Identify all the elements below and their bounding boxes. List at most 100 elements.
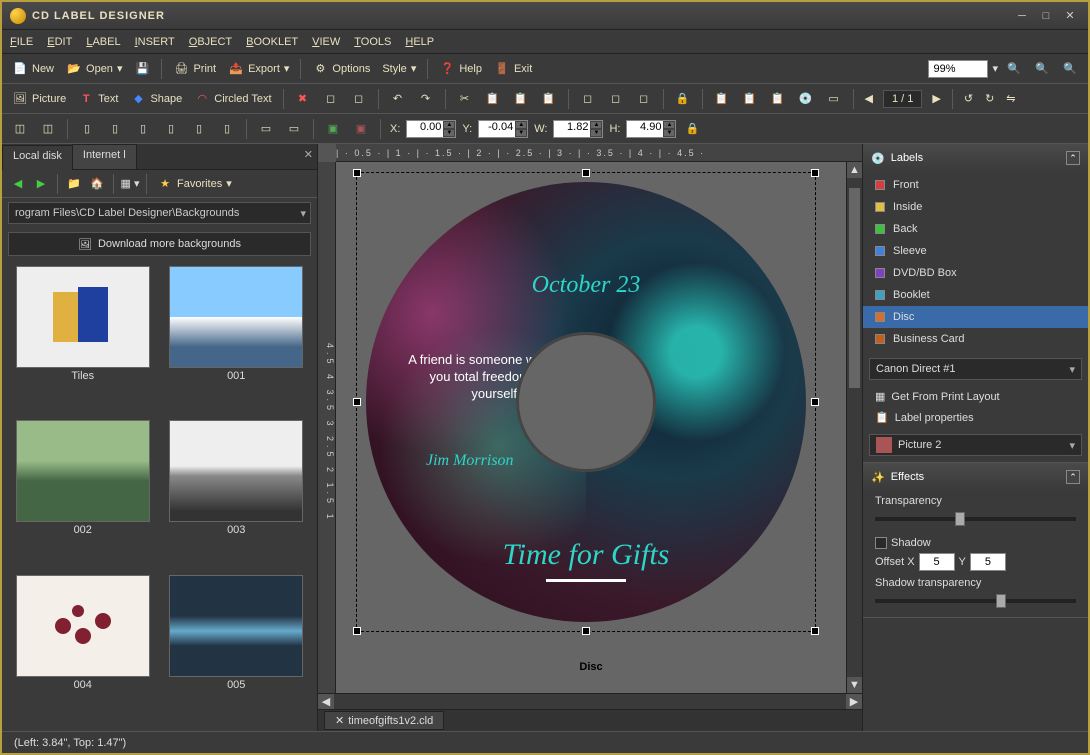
- canvas[interactable]: October 23 A friend is someone who gives…: [336, 162, 846, 693]
- collapse-icon[interactable]: ⌃: [1066, 151, 1080, 165]
- shadow-trans-slider[interactable]: [875, 599, 1076, 603]
- disc-date-text[interactable]: October 23: [532, 272, 641, 299]
- tool-d[interactable]: 📋: [710, 89, 734, 109]
- zoom-input[interactable]: [928, 60, 988, 78]
- scroll-left[interactable]: ◀: [318, 694, 334, 709]
- menu-insert[interactable]: INSERT: [135, 36, 175, 48]
- vertical-scrollbar[interactable]: ▲ ▼: [846, 162, 862, 693]
- tool-g[interactable]: ▭: [822, 89, 846, 109]
- tool-e[interactable]: 📋: [738, 89, 762, 109]
- thumb-001[interactable]: 001: [162, 266, 312, 416]
- horizontal-scrollbar[interactable]: ◀ ▶: [318, 693, 862, 709]
- resize-handle-e[interactable]: [811, 398, 819, 406]
- rot-right[interactable]: ↻: [981, 90, 998, 107]
- page-prev[interactable]: ◀: [861, 90, 877, 107]
- scroll-right[interactable]: ▶: [846, 694, 862, 709]
- label-front[interactable]: Front: [863, 174, 1088, 196]
- zoom-out-button[interactable]: 🔍: [1030, 59, 1054, 79]
- menu-booklet[interactable]: BOOKLET: [246, 36, 298, 48]
- label-inside[interactable]: Inside: [863, 196, 1088, 218]
- align-8[interactable]: ▯: [215, 119, 239, 139]
- shadow-checkbox[interactable]: [875, 537, 887, 549]
- label-sleeve[interactable]: Sleeve: [863, 240, 1088, 262]
- tool-f[interactable]: 📋: [766, 89, 790, 109]
- tool-b[interactable]: ◻: [604, 89, 628, 109]
- paste-button[interactable]: 📋: [509, 89, 533, 109]
- scroll-up[interactable]: ▲: [847, 162, 862, 178]
- lock-aspect[interactable]: 🔒: [680, 119, 704, 139]
- align-5[interactable]: ▯: [131, 119, 155, 139]
- lock-button[interactable]: 🔒: [671, 89, 695, 109]
- effects-header[interactable]: ✨ Effects ⌃: [863, 463, 1088, 491]
- favorites-button[interactable]: ★Favorites ▾: [153, 174, 236, 194]
- thumb-002[interactable]: 002: [8, 420, 158, 570]
- tool-a[interactable]: ◻: [576, 89, 600, 109]
- disc-tool[interactable]: 💿: [794, 89, 818, 109]
- scroll-thumb-v[interactable]: [849, 188, 860, 388]
- file-tab-1[interactable]: ✕ timeofgifts1v2.cld: [324, 711, 444, 730]
- align-4[interactable]: ▯: [103, 119, 127, 139]
- path-input[interactable]: rogram Files\CD Label Designer\Backgroun…: [8, 202, 311, 224]
- resize-handle-nw[interactable]: [353, 169, 361, 177]
- style-button[interactable]: Style ▾: [378, 60, 420, 77]
- y-input[interactable]: -0.04▲▼: [478, 120, 528, 138]
- align-3[interactable]: ▯: [75, 119, 99, 139]
- order-back[interactable]: ▣: [349, 119, 373, 139]
- menu-help[interactable]: HELP: [405, 36, 434, 48]
- align-1[interactable]: ◫: [8, 119, 32, 139]
- align-2[interactable]: ◫: [36, 119, 60, 139]
- label-booklet[interactable]: Booklet: [863, 284, 1088, 306]
- label-business[interactable]: Business Card: [863, 328, 1088, 350]
- tab-local-disk[interactable]: Local disk: [2, 145, 73, 170]
- align-6[interactable]: ▯: [159, 119, 183, 139]
- menu-file[interactable]: FILE: [10, 36, 33, 48]
- w-input[interactable]: 1.82▲▼: [553, 120, 603, 138]
- object-select[interactable]: Picture 2: [869, 434, 1082, 456]
- label-props-button[interactable]: 📋Label properties: [863, 407, 1088, 428]
- menu-edit[interactable]: EDIT: [47, 36, 72, 48]
- thumb-005[interactable]: 005: [162, 575, 312, 725]
- help-button[interactable]: ❓Help: [435, 59, 486, 79]
- collapse-icon[interactable]: ⌃: [1066, 470, 1080, 484]
- export-button[interactable]: 📤Export ▾: [224, 59, 293, 79]
- rot-left[interactable]: ↺: [960, 90, 977, 107]
- x-input[interactable]: 0.00▲▼: [406, 120, 456, 138]
- scroll-down[interactable]: ▼: [847, 677, 862, 693]
- label-back[interactable]: Back: [863, 218, 1088, 240]
- close-button[interactable]: ✕: [1060, 8, 1080, 24]
- resize-handle-w[interactable]: [353, 398, 361, 406]
- left-panel-close[interactable]: ✕: [304, 148, 313, 161]
- resize-handle-s[interactable]: [582, 627, 590, 635]
- menu-object[interactable]: OBJECT: [189, 36, 232, 48]
- nav-back[interactable]: ◀: [8, 174, 28, 194]
- nav-up[interactable]: 📁: [64, 174, 84, 194]
- disc-preview[interactable]: October 23 A friend is someone who gives…: [366, 182, 806, 622]
- exit-button[interactable]: 🚪Exit: [490, 59, 536, 79]
- save-button[interactable]: 💾: [130, 59, 154, 79]
- tab-internet[interactable]: Internet l: [72, 144, 137, 169]
- zoom-fit-button[interactable]: 🔍: [1058, 59, 1082, 79]
- circled-text-button[interactable]: ◠Circled Text: [190, 89, 275, 109]
- page-next[interactable]: ▶: [928, 90, 944, 107]
- nav-view[interactable]: ▦ ▾: [120, 174, 140, 194]
- zoom-in-button[interactable]: 🔍: [1002, 59, 1026, 79]
- align-9[interactable]: ▭: [254, 119, 278, 139]
- shape-button[interactable]: ◆Shape: [126, 89, 186, 109]
- nav-fwd[interactable]: ▶: [31, 174, 51, 194]
- flip-h[interactable]: ⇋: [1002, 90, 1019, 107]
- open-button[interactable]: 📂Open ▾: [62, 59, 126, 79]
- offset-y-input[interactable]: [970, 553, 1006, 571]
- text-button[interactable]: TText: [74, 89, 122, 109]
- undo-button[interactable]: ↶: [386, 89, 410, 109]
- options-button[interactable]: ⚙Options: [308, 59, 374, 79]
- order-front[interactable]: ▣: [321, 119, 345, 139]
- menu-label[interactable]: LABEL: [86, 36, 120, 48]
- print-button[interactable]: 🖨Print: [169, 59, 220, 79]
- labels-header[interactable]: 💿 Labels ⌃: [863, 144, 1088, 172]
- label-disc[interactable]: Disc: [863, 306, 1088, 328]
- h-input[interactable]: 4.90▲▼: [626, 120, 676, 138]
- tool-1[interactable]: ◻: [319, 89, 343, 109]
- align-7[interactable]: ▯: [187, 119, 211, 139]
- disc-author-text[interactable]: Jim Morrison: [426, 452, 514, 470]
- cut-button[interactable]: ✂: [453, 89, 477, 109]
